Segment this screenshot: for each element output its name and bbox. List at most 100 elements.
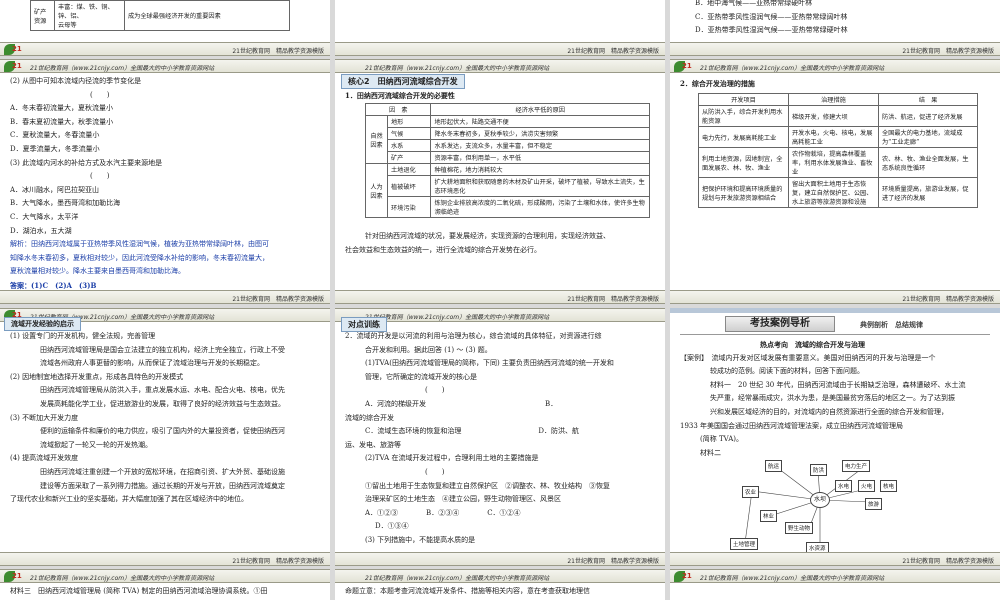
answer-bracket: ( ) [90,172,110,181]
option-b: B．地中海气候——亚热带常绿硬叶林 [695,0,813,7]
slide-8[interactable]: 21世纪教育网（www.21cnjy.com）全国最大的中小学教育资源网站 对点… [335,308,665,566]
slide-11[interactable]: 21世纪教育网（www.21cnjy.com）全国最大的中小学教育资源网站 命题… [335,569,665,600]
table-header: 结 果 [878,93,978,106]
option-line: B．大气降水，墨西哥湾和加勒比海 [10,199,121,208]
question-line: 管理，它所确定的流域开发的核心是 [365,372,477,381]
slide-banner: 21世纪教育网 精品教学资源模版 [0,290,330,304]
slide-1[interactable]: 矿产 资源 丰富：煤、铁、铜、锌、铝、 云母等 成为全球最强经济开发的重要因素 21… [0,0,330,56]
table-cell: 植被破坏 [386,175,432,197]
slide-12[interactable]: 21 21世纪教育网（www.21cnjy.com）全国最大的中小学教育资源网站 [670,569,1000,600]
divider [680,334,990,335]
slide-header-banner: 21 21世纪教育网（www.21cnjy.com）全国最大的中小学教育资源网站 [670,569,1000,583]
slide-10[interactable]: 21 21世纪教育网（www.21cnjy.com）全国最大的中小学教育资源网站… [0,569,330,600]
section-heading: 2．综合开发治理的措施 [680,77,990,91]
table-cell: 把保护环境和提高环境质量的规划与开发旅游资源相结合 [698,177,789,208]
option-line: C．大气降水，太平洋 [10,212,79,221]
slide-banner: 21世纪教育网 精品教学资源模版 [335,42,665,56]
slide-3[interactable]: B．地中海气候——亚热带常绿硬叶林 C．亚热带季风性湿润气候——亚热带常绿阔叶林… [670,0,1000,56]
table-cell: 矿产 资源 [30,0,55,31]
analysis-line: 知降水冬末春初多，夏秋相对较少，因此河流受降水补给的影响，冬末春初流量大， [10,253,269,262]
slide-banner: 21世纪教育网 精品教学资源模版 [335,552,665,566]
point-body: 流域掀起了一轮又一轮的开发热潮。 [40,440,152,449]
option-d: D．亚热带季风性湿润气候——亚热带常绿硬叶林 [695,26,848,35]
banner-right-text: 21世纪教育网 精品教学资源模版 [902,48,994,55]
option-line: 流域的综合开发 [345,413,394,422]
question-line: (2) 从图中可知本流域内径流的季节变化是 [10,77,142,85]
agriculture-node: 农业 [742,486,760,498]
option-line: D．①③④ [375,522,409,531]
table-cell: 留出大面积土地用于生态恢复，建立自然保护区、公园、水上旅游等旅游资源和设施 [788,177,879,208]
banner-right-text: 21世纪教育网 精品教学资源模版 [567,296,659,303]
table-cell: 开发水电，火电、核电，发展高耗能工业 [788,126,879,148]
slide-9[interactable]: 考技案例导析 典例剖析 总结规律 热点考向 流域的综合开发与治理 【案例】 流域… [670,308,1000,566]
point-heading: (3) 不断加大开发力度 [10,413,79,422]
banner-right-text: 21世纪教育网 精品教学资源模版 [567,558,659,565]
logo-21cnjy: 21 [674,61,696,72]
option-line: 运、发电、旅游等 [345,440,401,449]
slide-4[interactable]: 21 21世纪教育网（www.21cnjy.com）全国最大的中小学教育资源网站… [0,59,330,304]
table-cell: 矿产 [386,151,432,164]
question-line: 2．流域的开发是以河流的利用与治理为核心，综合流域的具体特征，对资源进行综 [345,332,602,340]
tourism-node: 旅游 [865,498,883,510]
banner-right-text: 21世纪教育网 精品教学资源模版 [232,296,324,303]
flood-control-node: 防洪 [810,464,828,476]
banner-url: 21世纪教育网（www.21cnjy.com）全国最大的中小学教育资源网站 [30,575,215,582]
table-cell: 水系发达，支流众多，水量丰富，但不稳定 [430,139,650,152]
group-cell: 自然因素 [365,115,388,164]
point-body: 了现代农业和新兴工业的坚实基础，并大幅度加强了其在区域经济中的地位。 [10,495,248,504]
point-heading: (2) 因地制宜地选择开发重点，形成各具特色的开发模式 [10,372,184,381]
header-strip [670,308,1000,313]
option-line: D．夏季流量大，冬季流量小 [10,144,100,153]
banner-url: 21世纪教育网（www.21cnjy.com）全国最大的中小学教育资源网站 [365,314,550,321]
banner-url: 21世纪教育网（www.21cnjy.com）全国最大的中小学教育资源网站 [700,65,885,72]
table-cell: 利用土地资源，因地制宜，全面发展农、林、牧、渔业 [698,147,789,178]
land-management-node: 土地管理 [730,538,759,550]
slide-7[interactable]: 21 21世纪教育网（www.21cnjy.com）全国最大的中小学教育资源网站… [0,308,330,566]
option-line: A．河流的梯级开发 B． [365,399,558,408]
table-cell: 防洪、航运，促进了经济发展 [878,105,978,127]
slide-5[interactable]: 21世纪教育网（www.21cnjy.com）全国最大的中小学教育资源网站 核心… [335,59,665,304]
banner-url: 21世纪教育网（www.21cnjy.com）全国最大的中小学教育资源网站 [30,65,215,72]
slide-2[interactable]: 21世纪教育网 精品教学资源模版 [335,0,665,56]
slide-6[interactable]: 21 21世纪教育网（www.21cnjy.com）全国最大的中小学教育资源网站… [670,59,1000,304]
slide-banner: 21世纪教育网 精品教学资源模版 [670,552,1000,566]
answer-options: B．地中海气候——亚热带常绿硬叶林 C．亚热带季风性湿润气候——亚热带常绿阔叶林… [695,0,990,38]
point-body: 流域各州政府人事更替的影响，从而保证了流域治理与开发的长期稳定。 [40,359,264,368]
slide-banner: 21世纪教育网 精品教学资源模版 [335,290,665,304]
table-cell: 土地退化 [386,163,432,176]
table-header: 开发项目 [698,93,789,106]
table-cell: 降水冬末春初多，夏秋季较少，洪涝灾害频繁 [430,127,650,140]
slide-banner: 21世纪教育网 精品教学资源模版 [670,290,1000,304]
table-cell: 全国最大的电力基地，流域成为“工业走廊” [878,126,978,148]
analysis-line: 解析：田纳西河流域属于亚热带季风性湿润气候，植被为亚热带常绿阔叶林，由图可 [10,240,269,249]
logo-21cnjy: 21 [4,61,26,72]
table-cell: 扩大耕地面积和获取随意的木材及矿山开采，破坏了植被，导致水土流失，生态环境恶化 [430,175,650,197]
point-body: 田纳西河流域管理局是国会立法建立的独立机构，经济上完全独立，行政上不受 [40,345,285,354]
point-body: 田纳西河流域管理局从防洪入手，重点发展水运、水电、配合火电、核电，优先 [40,386,285,395]
option-line: A．冬末春初流量大，夏秋流量小 [10,104,114,113]
question-text: (2) 从图中可知本流域内径流的季节变化是 ( ) A．冬末春初流量大，夏秋流量… [10,75,320,293]
table-cell: 地形起伏大，陆路交通不便 [430,115,650,128]
section-heading: 1．田纳西河流域综合开发的必要性 [345,89,655,103]
heading-line: 1．田纳西河流域综合开发的必要性 [345,91,455,100]
case-line: 1933 年美国国会通过田纳西河流域管理法案，成立田纳西河流域管理局 [680,421,904,430]
section-tag: 典例剖析 总结规律 [860,321,923,329]
slide-banner: 21世纪教育网 精品教学资源模版 [0,552,330,566]
option-line: 治理采矿区的土地生态 ④建立公园，野生动物管理区、风景区 [365,495,561,504]
summary-line: 针对田纳西河流域的状况，要发展经济，实现资源的合理利用，实现经济效益、 [365,232,610,240]
point-body: 便利的运输条件和廉价的电力供应，吸引了国内外的大量投资者，促使田纳西河 [40,427,285,436]
heading-line: 2．综合开发治理的措施 [680,79,755,88]
case-text: 热点考向 流域的综合开发与治理 【案例】 流域内开发对区域发展有重要意义。美国对… [680,338,990,460]
analysis-line: 夏秋流量相对较少。降水主要来自墨西哥湾和加勒比海。 [10,267,185,276]
table-cell: 炼铜企业排放高浓度的二氧化硫，形成酸雨，污染了土壤和水体，使许多生物濒临绝迹 [430,196,650,218]
slide-header-banner: 21世纪教育网（www.21cnjy.com）全国最大的中小学教育资源网站 [335,59,665,73]
question-line: (3) 此流域内河水的补给方式及水汽主要来源地是 [10,158,163,167]
banner-right-text: 21世纪教育网 精品教学资源模版 [232,48,324,55]
option-line: D．湖泊水，五大湖 [10,226,72,235]
table-header: 经济水平低的原因 [430,103,650,116]
hydro-node: 水电 [835,480,853,492]
banner-right-text: 21世纪教育网 精品教学资源模版 [902,558,994,565]
shipping-node: 航运 [765,460,783,472]
slide-header-banner: 21世纪教育网（www.21cnjy.com）全国最大的中小学教育资源网站 [335,569,665,583]
practice-text: 2．流域的开发是以河流的利用与治理为核心，综合流域的具体特征，对资源进行综 合开… [345,330,655,548]
